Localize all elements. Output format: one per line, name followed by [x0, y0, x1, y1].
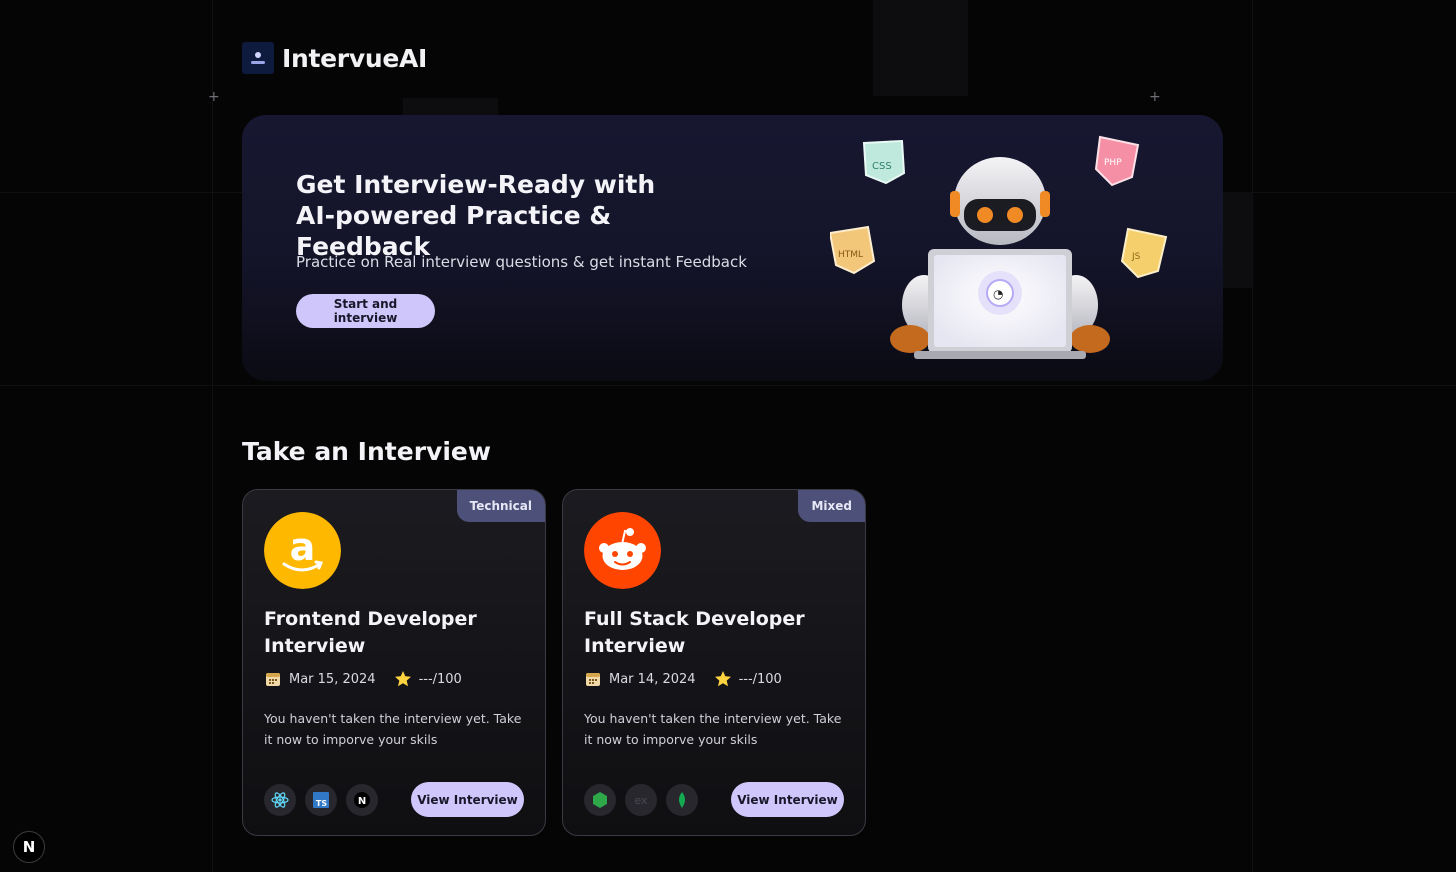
svg-text:a: a — [290, 525, 316, 569]
interview-meta: Mar 15, 2024 ---/100 — [264, 670, 462, 688]
css-tag-label: CSS — [872, 161, 892, 172]
typescript-icon: TS — [305, 784, 337, 816]
interview-title: Frontend Developer Interview — [264, 608, 477, 657]
start-interview-button[interactable]: Start and interview — [296, 294, 435, 328]
svg-text:ex: ex — [634, 794, 648, 807]
js-tag: JS — [1120, 227, 1168, 279]
interview-title: Full Stack Developer Interview — [584, 608, 805, 657]
view-interview-button[interactable]: View Interview — [731, 782, 844, 817]
nextjs-icon: N — [346, 784, 378, 816]
php-tag: PHP — [1094, 135, 1140, 187]
html-tag-label: HTML — [838, 250, 863, 260]
star-icon — [714, 671, 731, 687]
svg-text:TS: TS — [316, 799, 327, 808]
nodejs-icon — [584, 784, 616, 816]
calendar-icon — [266, 673, 280, 686]
svg-text:N: N — [358, 796, 366, 807]
express-icon: ex — [625, 784, 657, 816]
logo-icon — [242, 42, 274, 74]
reddit-logo — [584, 512, 661, 589]
svg-text:◔: ◔ — [993, 287, 1003, 301]
view-interview-button[interactable]: View Interview — [411, 782, 524, 817]
mongodb-icon — [666, 784, 698, 816]
interview-meta: Mar 14, 2024 ---/100 — [584, 670, 782, 688]
hero-subtitle: Practice on Real interview questions & g… — [296, 253, 747, 271]
interview-score: ---/100 — [738, 671, 782, 687]
tech-stack: ex — [584, 784, 698, 816]
section-title: Take an Interview — [242, 437, 491, 466]
interview-score: ---/100 — [418, 671, 462, 687]
php-tag-label: PHP — [1104, 158, 1122, 168]
interview-date: Mar 15, 2024 — [289, 671, 376, 687]
hero-title: Get Interview-Ready with AI-powered Prac… — [296, 170, 656, 261]
interview-card: Technical a Frontend Developer Interview… — [242, 489, 546, 836]
css-tag: CSS — [862, 139, 906, 185]
html-tag: HTML — [830, 225, 876, 275]
js-tag-label: JS — [1131, 252, 1141, 262]
interview-type-badge: Mixed — [798, 490, 865, 522]
interview-type-badge: Technical — [456, 490, 545, 522]
app-name: IntervueAI — [282, 43, 428, 73]
robot-illustration: CSS PHP HTML JS ◔ — [830, 135, 1168, 359]
star-icon — [394, 671, 411, 687]
calendar-icon — [586, 673, 600, 686]
interview-date: Mar 14, 2024 — [609, 671, 696, 687]
interview-card: Mixed Full Stack Developer Interview Mar… — [562, 489, 866, 836]
hero-banner: Get Interview-Ready with AI-powered Prac… — [242, 115, 1223, 381]
react-icon — [264, 784, 296, 816]
amazon-logo: a — [264, 512, 341, 589]
interview-description: You haven't taken the interview yet. Tak… — [584, 711, 842, 747]
interview-description: You haven't taken the interview yet. Tak… — [264, 711, 522, 747]
app-logo[interactable]: IntervueAI — [242, 42, 427, 74]
tech-stack: TS N — [264, 784, 378, 816]
nextjs-dev-indicator[interactable]: N — [13, 831, 45, 863]
